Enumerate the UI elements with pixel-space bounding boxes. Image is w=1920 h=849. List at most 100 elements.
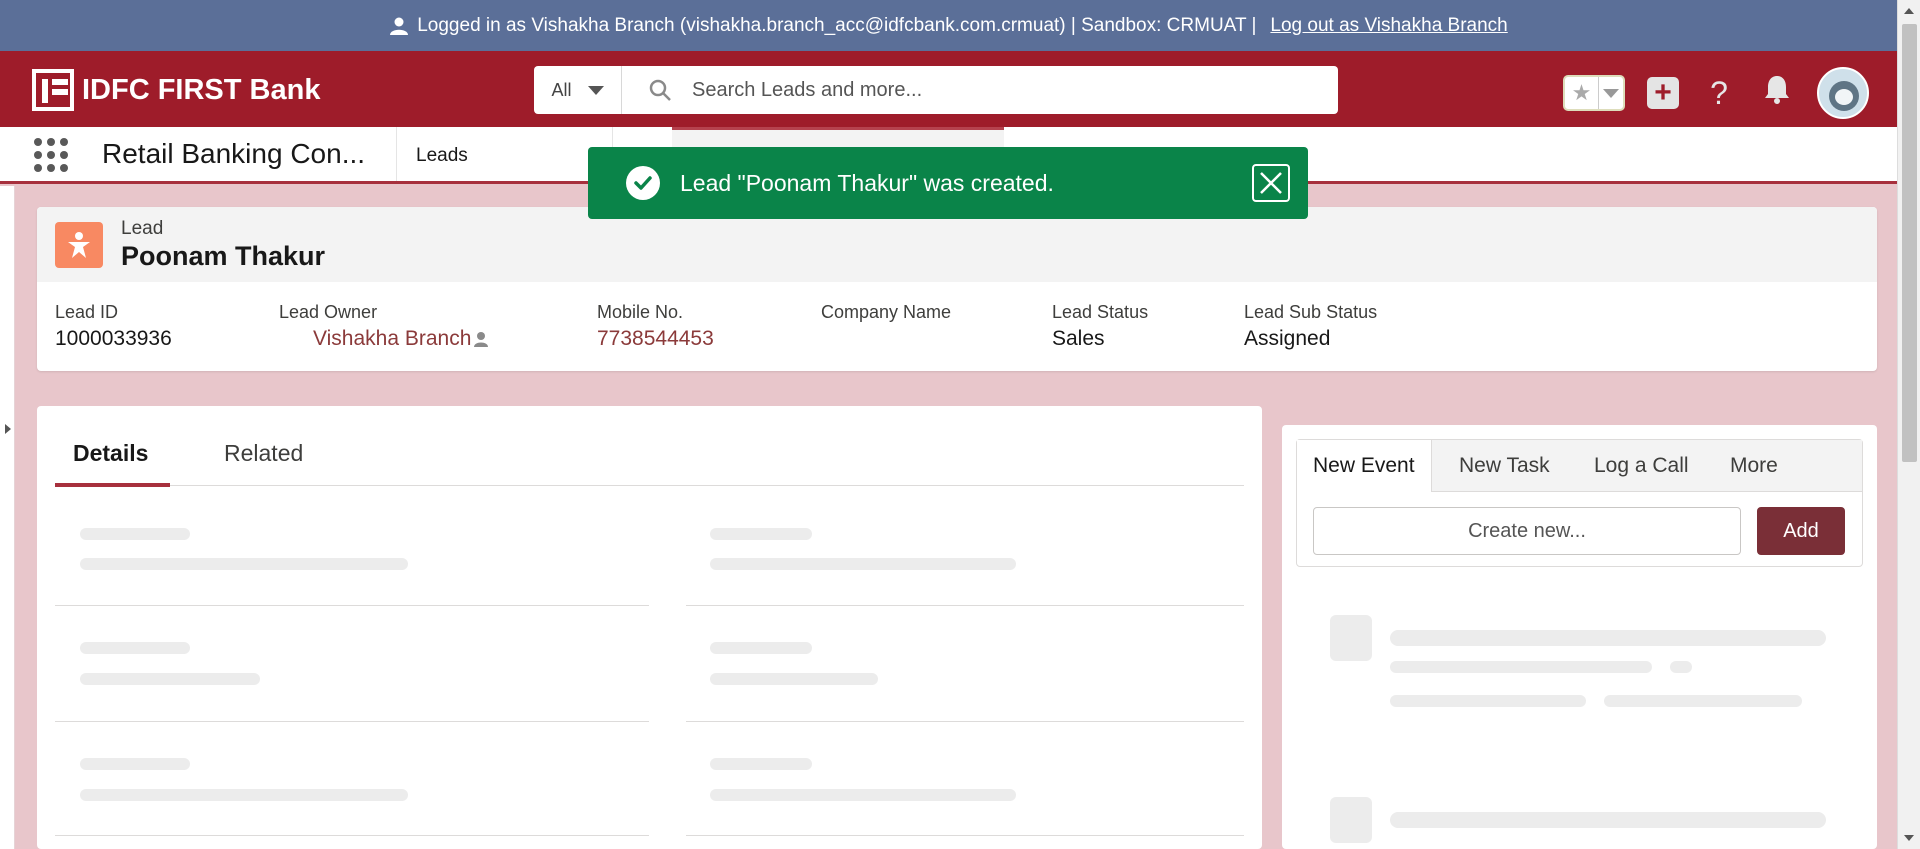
skeleton-value	[80, 789, 408, 801]
add-button[interactable]: Add	[1757, 507, 1845, 555]
skeleton-line	[1390, 695, 1586, 707]
divider	[55, 835, 649, 836]
user-icon	[390, 17, 409, 35]
mobile-link[interactable]: 7738544453	[597, 327, 714, 351]
user-avatar[interactable]	[1817, 67, 1869, 119]
active-tab-indicator	[55, 483, 170, 487]
header-actions: ★ + ?	[1563, 67, 1869, 119]
field-label: Lead Sub Status	[1244, 302, 1378, 322]
record-header: Lead Poonam Thakur Lead ID 1000033936 Le…	[37, 207, 1877, 371]
help-icon[interactable]: ?	[1701, 75, 1737, 112]
logout-link[interactable]: Log out as Vishakha Branch	[1270, 15, 1507, 37]
field-label: Lead Status	[1052, 302, 1149, 322]
favorites-dropdown[interactable]	[1599, 88, 1623, 98]
field-lead-owner: Lead Owner Vishakha Branch	[279, 302, 491, 351]
scrollbar-thumb[interactable]	[1902, 24, 1917, 462]
skeleton-line	[1670, 661, 1692, 673]
skeleton-label	[80, 758, 190, 770]
app-launcher-icon[interactable]	[34, 138, 68, 172]
divider	[55, 605, 649, 606]
page-scrollbar[interactable]	[1897, 0, 1920, 849]
logo-mark-icon	[32, 69, 74, 111]
field-value: 1000033936	[55, 327, 172, 350]
field-lead-id: Lead ID 1000033936	[55, 302, 172, 351]
side-panel-toggle[interactable]	[0, 186, 15, 849]
divider	[686, 835, 1244, 836]
record-object-type: Lead	[121, 218, 164, 239]
field-lead-sub-status: Lead Sub Status Assigned	[1244, 302, 1377, 351]
field-label: Lead Owner	[279, 302, 378, 322]
success-check-icon	[626, 166, 660, 200]
field-label: Company Name	[821, 302, 952, 322]
divider	[686, 605, 1244, 606]
details-panel: Details Related	[37, 406, 1262, 849]
close-icon[interactable]	[1252, 164, 1290, 202]
tab-related[interactable]: Related	[224, 440, 303, 467]
nav-divider	[396, 127, 397, 181]
global-create-button[interactable]: +	[1647, 77, 1679, 109]
field-company-name: Company Name	[821, 302, 951, 327]
field-value: Sales	[1052, 327, 1105, 350]
search-scope-dropdown[interactable]: All	[534, 66, 622, 114]
skeleton-value	[710, 558, 1016, 570]
field-value: Assigned	[1244, 327, 1331, 350]
skeleton-label	[80, 528, 190, 540]
notification-bell-icon[interactable]	[1759, 73, 1795, 113]
record-name: Poonam Thakur	[121, 241, 326, 271]
skeleton-value	[80, 558, 408, 570]
tab-new-event[interactable]: New Event	[1297, 440, 1432, 492]
skeleton-avatar	[1330, 797, 1372, 843]
activity-tabs: New Event New Task Log a Call More	[1297, 440, 1862, 492]
tab-more[interactable]: More	[1730, 440, 1778, 492]
field-value-wrap: Vishakha Branch	[279, 327, 491, 351]
tab-new-task[interactable]: New Task	[1459, 440, 1550, 492]
skeleton-value	[80, 673, 260, 685]
change-owner-icon[interactable]	[473, 330, 491, 348]
create-new-input[interactable]: Create new...	[1313, 507, 1741, 555]
skeleton-avatar	[1330, 615, 1372, 661]
plus-icon: +	[1654, 76, 1672, 109]
skeleton-label	[710, 528, 812, 540]
chevron-down-icon	[1603, 88, 1619, 98]
logo[interactable]: IDFC FIRST Bank	[32, 69, 320, 111]
chevron-down-icon	[587, 85, 604, 95]
activity-composer: New Event New Task Log a Call More Creat…	[1296, 439, 1863, 567]
chevron-right-icon	[5, 424, 11, 434]
lead-owner-link[interactable]: Vishakha Branch	[313, 327, 471, 350]
star-icon: ★	[1565, 77, 1599, 109]
divider	[55, 721, 649, 722]
toast-message: Lead "Poonam Thakur" was created.	[680, 169, 1054, 196]
nav-tab-leads[interactable]: Leads	[416, 145, 468, 167]
skeleton-title	[1390, 812, 1826, 828]
divider	[686, 721, 1244, 722]
login-banner-text: Logged in as Vishakha Branch (vishakha.b…	[417, 14, 1257, 36]
search-input[interactable]: Search Leads and more...	[692, 79, 922, 102]
skeleton-label	[710, 758, 812, 770]
logo-text: IDFC FIRST Bank	[82, 73, 321, 106]
login-banner: Logged in as Vishakha Branch (vishakha.b…	[0, 0, 1897, 51]
skeleton-line	[1604, 695, 1802, 707]
field-label: Mobile No.	[597, 302, 684, 322]
favorites-button[interactable]: ★	[1563, 75, 1625, 111]
skeleton-value	[710, 673, 878, 685]
skeleton-title	[1390, 630, 1826, 646]
search-scope-label: All	[551, 79, 572, 100]
field-lead-status: Lead Status Sales	[1052, 302, 1148, 351]
lead-icon	[55, 222, 103, 268]
field-mobile: Mobile No. 7738544453	[597, 302, 714, 351]
details-tabset: Details Related	[55, 420, 1244, 487]
skeleton-label	[710, 642, 812, 654]
tab-details[interactable]: Details	[73, 440, 148, 467]
tab-log-a-call[interactable]: Log a Call	[1594, 440, 1689, 492]
global-search: All Search Leads and more...	[534, 66, 1338, 114]
skeleton-label	[80, 642, 190, 654]
global-header: IDFC FIRST Bank All Search Leads and mor…	[0, 51, 1897, 127]
scroll-down-icon[interactable]	[1904, 835, 1914, 841]
skeleton-line	[1390, 661, 1652, 673]
scroll-up-icon[interactable]	[1904, 8, 1914, 14]
app-name: Retail Banking Con...	[102, 138, 366, 169]
field-label: Lead ID	[55, 302, 119, 322]
success-toast: Lead "Poonam Thakur" was created.	[588, 147, 1308, 219]
search-icon	[649, 79, 671, 101]
activity-panel: New Event New Task Log a Call More Creat…	[1282, 425, 1877, 849]
